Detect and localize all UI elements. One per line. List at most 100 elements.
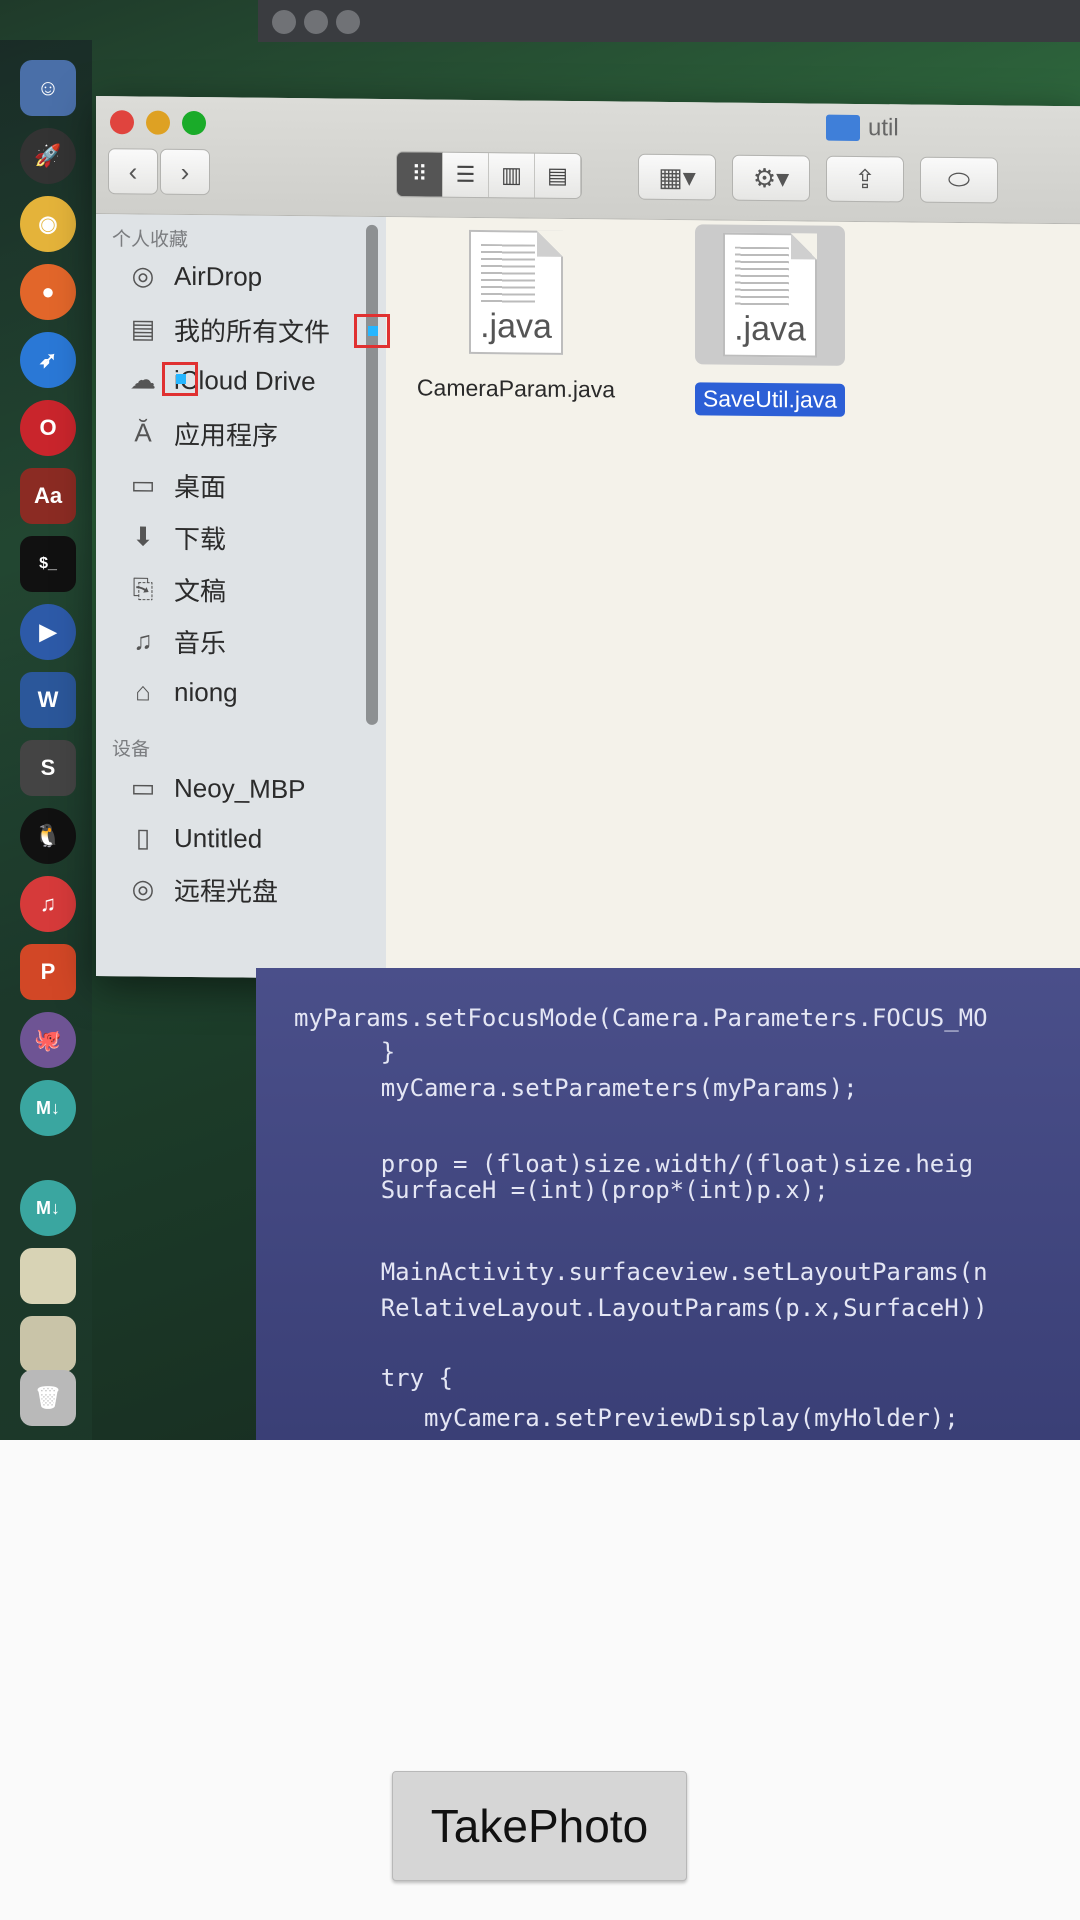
tag-icon: ⬭ (947, 163, 971, 195)
file-icon-wrap: .java (695, 224, 845, 366)
column-view-button[interactable]: ▥ (489, 153, 535, 198)
sidebar-item-documents[interactable]: ⎘ 文稿 (126, 570, 226, 608)
optical-disc-icon: ◎ (131, 873, 155, 904)
finder-dock-icon: ☺ (20, 60, 76, 116)
file-preview-lines (735, 246, 789, 308)
file-name: CameraParam.java (416, 374, 616, 403)
finder-sidebar: 个人收藏 ◎ AirDrop ▤ 我的所有文件 ☁ iCloud Drive Ᾰ… (96, 214, 386, 980)
window-close-dot (272, 10, 296, 34)
sidebar-item-label: 文稿 (174, 575, 227, 607)
arrange-button[interactable]: ▦▾ (638, 153, 716, 201)
window-zoom-dot (336, 10, 360, 34)
file-item-selected[interactable]: .java SaveUtil.java (660, 224, 880, 417)
code-line: try { (294, 1364, 453, 1392)
opera-dock-icon: O (20, 400, 76, 456)
sidebar-item-downloads[interactable]: ⬇ 下载 (126, 518, 226, 556)
camera-preview: ☺ 🚀 ◉ ● ➶ O Aa $_ ▶ W S 🐧 ♫ P 🐙 M↓ M↓ 🗑 … (0, 0, 1080, 1440)
github-dock-icon: 🐙 (20, 1012, 76, 1068)
file-icon-wrap: .java (441, 229, 591, 356)
file-item[interactable]: .java CameraParam.java (406, 229, 626, 406)
sidebar-item-all-files[interactable]: ▤ 我的所有文件 (126, 310, 330, 349)
sidebar-item-applications[interactable]: Ᾰ 应用程序 (126, 414, 278, 453)
window-title: util (826, 114, 899, 143)
action-button[interactable]: ⚙▾ (732, 154, 810, 202)
detection-marker (354, 314, 390, 348)
firefox-dock-icon: ● (20, 264, 76, 320)
documents-icon: ⎘ (132, 572, 154, 604)
share-button[interactable]: ⇪ (826, 155, 904, 203)
finder-window: util ‹ › ⠿ ☰ ▥ ▤ ▦▾ ⚙▾ ⇪ ⬭ 个人收藏 ◎ AirDro… (96, 96, 1080, 987)
safari-dock-icon: ➶ (20, 332, 76, 388)
coverflow-view-button[interactable]: ▤ (535, 153, 581, 199)
background-window (258, 0, 1080, 42)
favorites-header: 个人收藏 (112, 229, 189, 251)
sidebar-item-home[interactable]: ⌂ niong (126, 674, 238, 709)
netease-music-dock-icon: ♫ (20, 876, 76, 932)
airdrop-icon: ◎ (131, 259, 155, 291)
tags-button[interactable]: ⬭ (920, 156, 998, 204)
icon-view-button[interactable]: ⠿ (397, 152, 443, 197)
laptop-icon: ▭ (130, 771, 156, 803)
back-button[interactable]: ‹ (108, 148, 158, 195)
sublime-dock-icon: S (20, 740, 76, 796)
close-button[interactable] (110, 110, 134, 135)
disk-icon: ▯ (135, 821, 151, 853)
zoom-button[interactable] (182, 110, 206, 136)
finder-toolbar: util ‹ › ⠿ ☰ ▥ ▤ ▦▾ ⚙▾ ⇪ ⬭ (96, 96, 1080, 225)
gear-icon: ⚙▾ (752, 162, 790, 193)
qq-dock-icon: 🐧 (20, 808, 76, 864)
markdown-dock-icon: M↓ (20, 1080, 76, 1136)
word-dock-icon: W (20, 672, 76, 728)
java-file-icon: .java (723, 232, 817, 358)
arrange-icon: ▦▾ (658, 161, 696, 192)
code-line: prop = (float)size.width/(float)size.hei… (294, 1150, 974, 1178)
controls-panel: TakePhoto (0, 1440, 1080, 1920)
forward-button[interactable]: › (160, 148, 210, 196)
sidebar-item-remote-disc[interactable]: ◎ 远程光盘 (126, 870, 278, 909)
minimize-button[interactable] (146, 110, 170, 135)
share-icon: ⇪ (854, 163, 876, 194)
window-minimize-dot (304, 10, 328, 34)
code-line: myCamera.setParameters(myParams); (294, 1074, 858, 1102)
chevron-left-icon: ‹ (128, 155, 138, 186)
file-name: SaveUtil.java (694, 382, 846, 417)
detection-marker (162, 362, 198, 396)
sidebar-item-neoy-mbp[interactable]: ▭ Neoy_MBP (126, 770, 306, 806)
sidebar-item-music[interactable]: ♫ 音乐 (126, 622, 226, 660)
terminal-dock-icon: $_ (20, 536, 76, 592)
code-line: SurfaceH =(int)(prop*(int)p.x); (294, 1176, 829, 1204)
sidebar-item-desktop[interactable]: ▭ 桌面 (126, 466, 226, 504)
list-view-button[interactable]: ☰ (443, 152, 489, 198)
document-dock-icon (20, 1248, 76, 1304)
music-icon: ♫ (133, 625, 153, 656)
file-ext: .java (734, 309, 806, 349)
sidebar-item-airdrop[interactable]: ◎ AirDrop (126, 258, 262, 293)
file-preview-lines (481, 244, 535, 305)
file-ext: .java (480, 307, 552, 346)
sidebar-item-label: niong (174, 676, 238, 707)
code-line: RelativeLayout.LayoutParams(p.x,SurfaceH… (294, 1294, 988, 1322)
java-file-icon: .java (469, 229, 563, 355)
applications-icon: Ᾰ (134, 417, 152, 448)
view-mode-control: ⠿ ☰ ▥ ▤ (396, 151, 582, 200)
sidebar-item-label: 应用程序 (174, 419, 279, 451)
devices-header: 设备 (112, 739, 151, 761)
sidebar-item-label: Untitled (174, 822, 263, 854)
powerpoint-dock-icon: P (20, 944, 76, 1000)
cloud-icon: ☁ (130, 363, 156, 395)
take-photo-button[interactable]: TakePhoto (392, 1771, 687, 1881)
sidebar-item-label: 桌面 (174, 471, 227, 503)
sidebar-item-label: 音乐 (174, 627, 227, 659)
chevron-right-icon: › (180, 156, 190, 187)
code-line: myCamera.setPreviewDisplay(myHolder); (294, 1404, 959, 1432)
sidebar-item-icloud-drive[interactable]: ☁ iCloud Drive (126, 362, 316, 398)
sidebar-scrollbar[interactable] (366, 224, 378, 725)
downloads-stack-dock-icon (20, 1316, 76, 1372)
code-line: } (294, 1038, 396, 1066)
sidebar-item-untitled[interactable]: ▯ Untitled (126, 820, 262, 855)
launchpad-dock-icon: 🚀 (20, 128, 76, 184)
download-icon: ⬇ (132, 521, 154, 552)
sidebar-item-label: Neoy_MBP (174, 772, 306, 804)
all-files-icon: ▤ (130, 313, 156, 344)
folder-icon (826, 114, 860, 142)
